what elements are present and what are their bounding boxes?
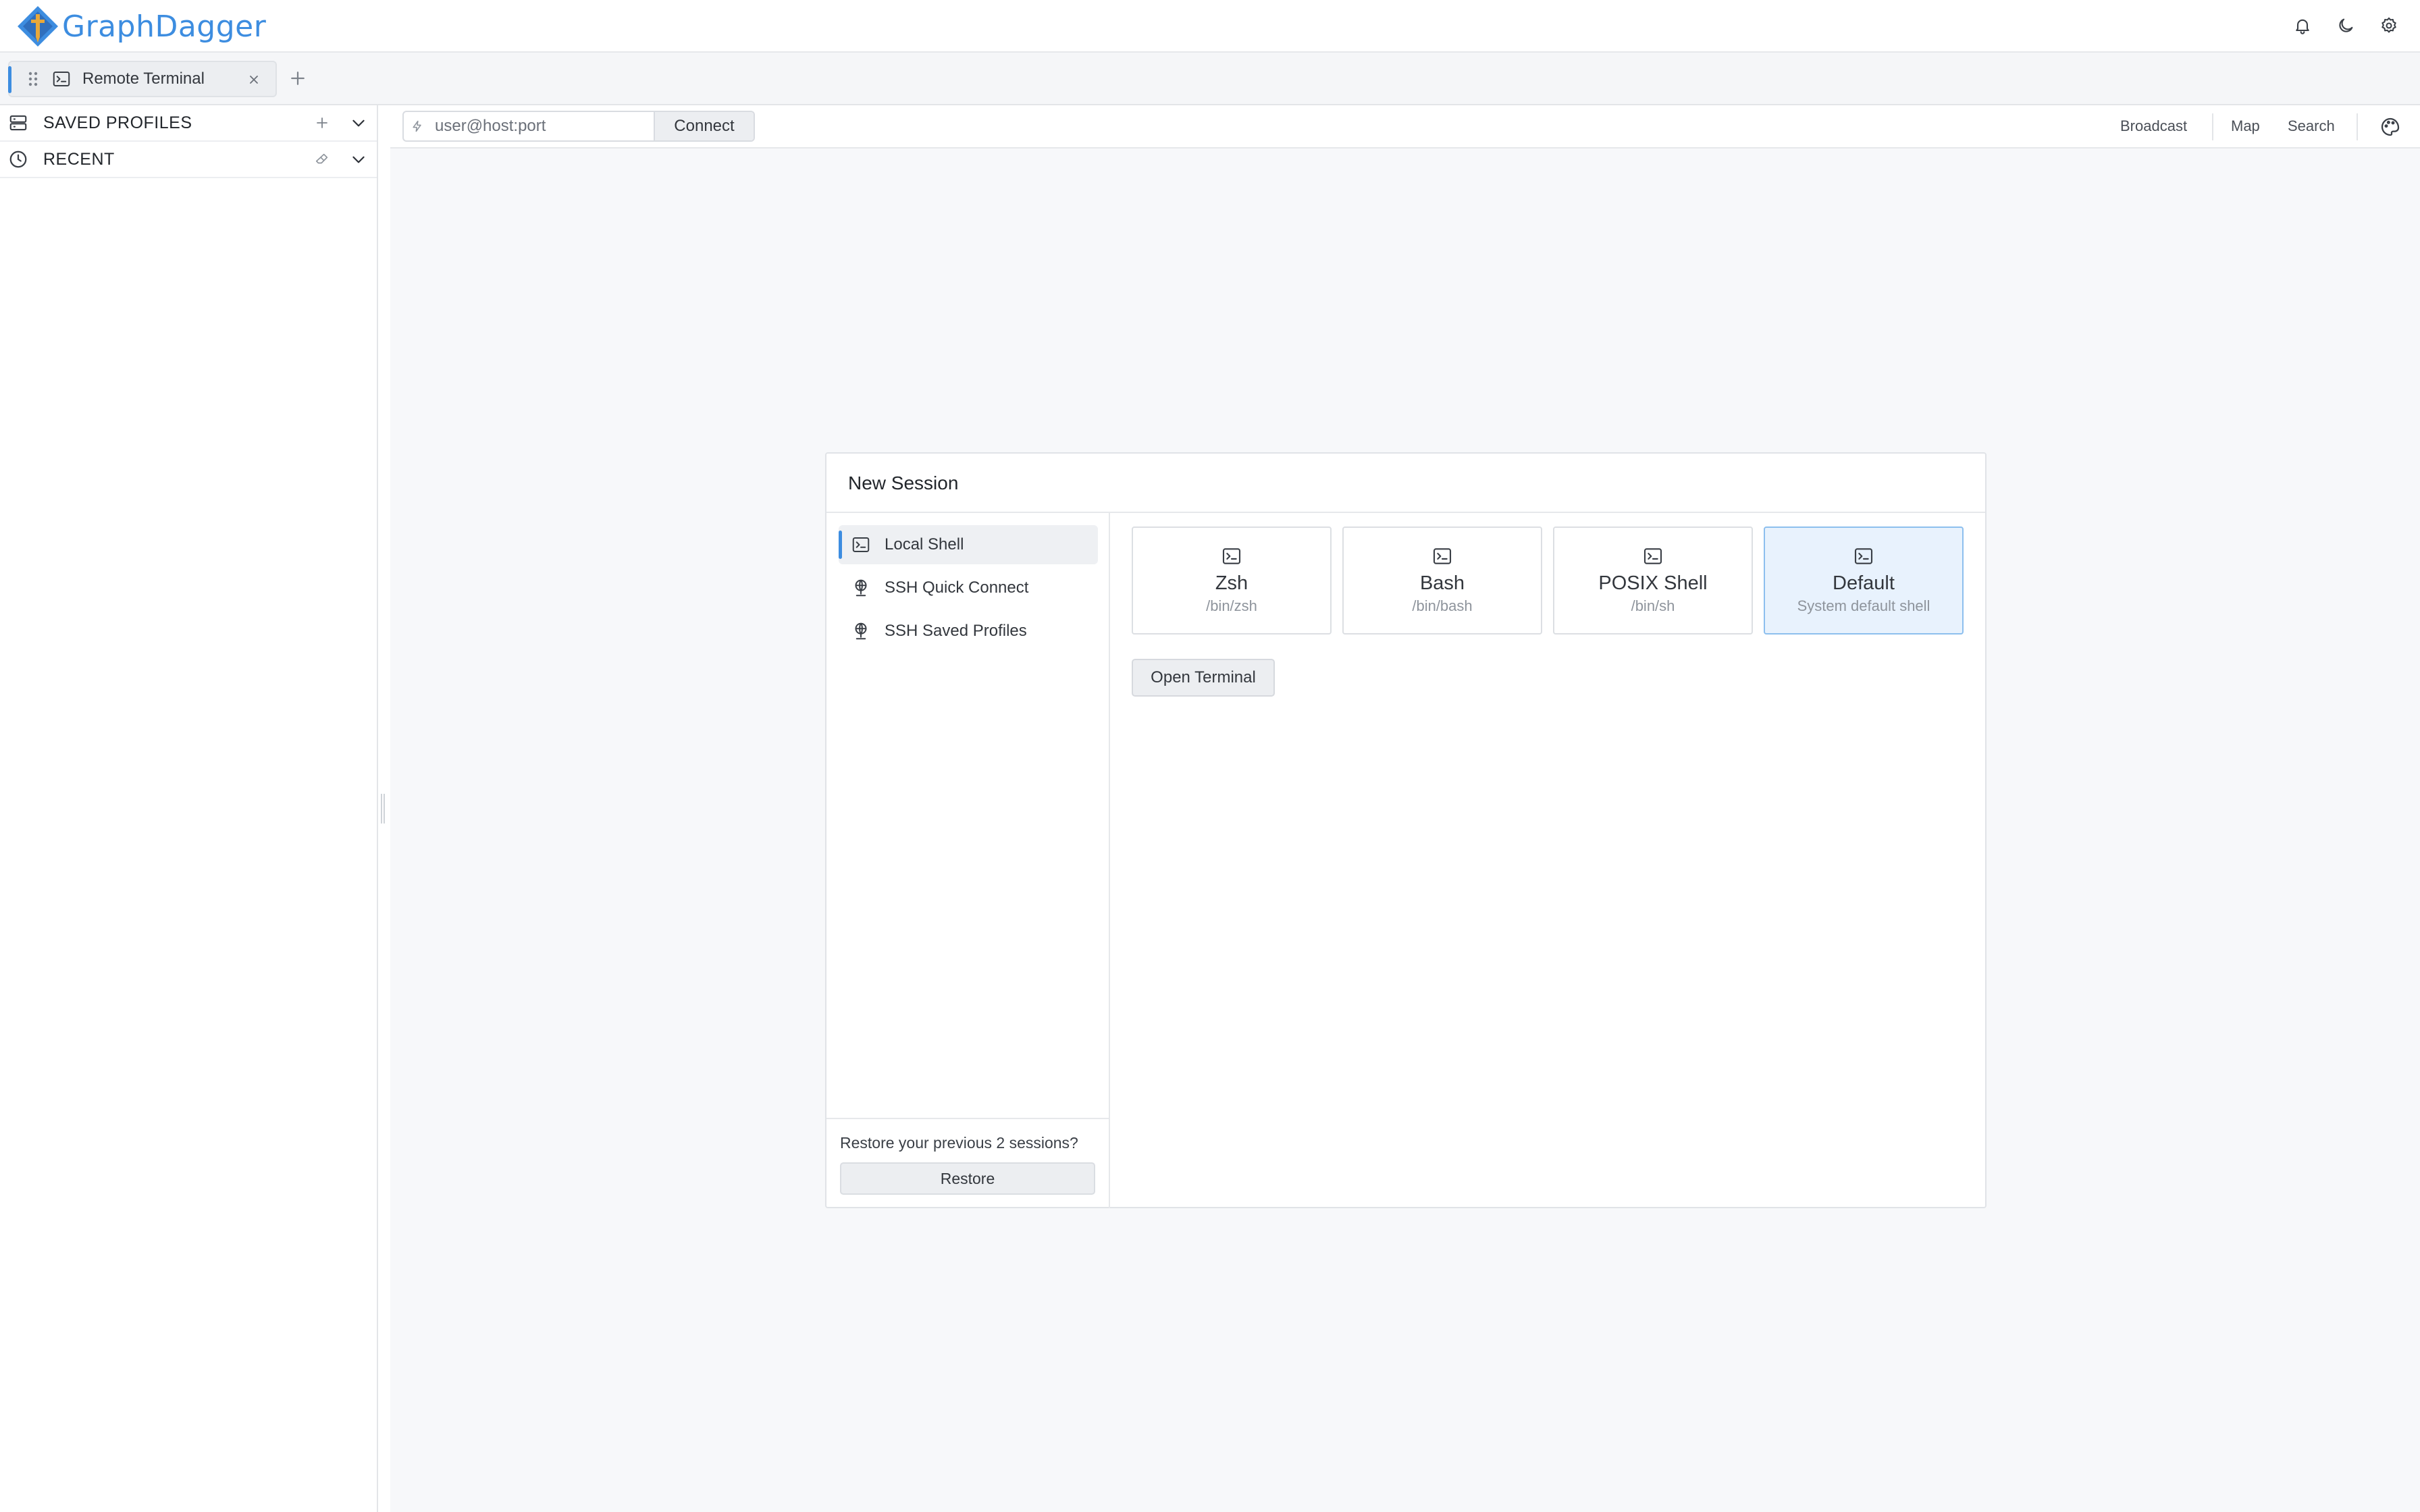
- chevron-down-icon[interactable]: [348, 149, 369, 169]
- terminal-icon: [1643, 548, 1662, 564]
- nav-label: SSH Quick Connect: [885, 578, 1029, 597]
- quick-connect: Connect: [402, 111, 755, 142]
- shell-path: /bin/zsh: [1206, 597, 1257, 614]
- restore-sessions-panel: Restore your previous 2 sessions? Restor…: [826, 1118, 1109, 1208]
- search-button[interactable]: Search: [2288, 117, 2335, 135]
- clock-icon: [9, 151, 27, 168]
- sidebar: SAVED PROFILES RECENT: [0, 105, 378, 1512]
- session-type-nav: Local Shell SSH Quick Connect SSH Saved …: [826, 513, 1110, 1208]
- session-toolbar: Connect Broadcast Map Search: [390, 105, 2420, 148]
- globe-icon: [855, 622, 867, 640]
- bell-icon[interactable]: [2290, 14, 2315, 38]
- sidebar-resize-handle[interactable]: [381, 794, 385, 824]
- broadcast-button[interactable]: Broadcast: [2120, 117, 2187, 135]
- app-header: GraphDagger: [0, 0, 2420, 53]
- shell-card-bash[interactable]: Bash /bin/bash: [1342, 526, 1542, 634]
- nav-item-ssh-quick-connect[interactable]: SSH Quick Connect: [839, 568, 1098, 608]
- nav-label: SSH Saved Profiles: [885, 622, 1027, 640]
- sidebar-section-label: SAVED PROFILES: [43, 113, 192, 132]
- quick-connect-input[interactable]: [431, 112, 654, 140]
- eraser-icon[interactable]: [312, 149, 332, 169]
- main-area: Connect Broadcast Map Search New Session…: [390, 105, 2420, 1512]
- tab-label: Remote Terminal: [82, 70, 205, 88]
- sidebar-section-saved-profiles[interactable]: SAVED PROFILES: [0, 105, 377, 142]
- shell-card-default[interactable]: Default System default shell: [1764, 526, 1964, 634]
- shell-path: /bin/sh: [1631, 597, 1675, 614]
- restore-button[interactable]: Restore: [840, 1162, 1095, 1195]
- nav-item-ssh-saved-profiles[interactable]: SSH Saved Profiles: [839, 612, 1098, 651]
- new-session-dialog: New Session Local Shell SSH Quick Connec…: [825, 452, 1987, 1208]
- tab-active-indicator: [8, 66, 11, 93]
- moon-icon[interactable]: [2334, 14, 2358, 38]
- dialog-header: New Session: [826, 454, 1985, 513]
- map-button[interactable]: Map: [2231, 117, 2260, 135]
- server-icon: [9, 115, 27, 131]
- brand[interactable]: GraphDagger: [16, 5, 266, 47]
- dialog-title: New Session: [848, 473, 959, 493]
- gear-icon[interactable]: [2377, 14, 2401, 38]
- sidebar-section-recent[interactable]: RECENT: [0, 142, 377, 178]
- shell-path: /bin/bash: [1412, 597, 1473, 614]
- open-terminal-button[interactable]: Open Terminal: [1132, 659, 1275, 697]
- connect-button[interactable]: Connect: [654, 112, 754, 140]
- close-icon[interactable]: [246, 72, 262, 88]
- graphdagger-logo: [18, 6, 58, 47]
- shell-name: Zsh: [1215, 572, 1248, 594]
- new-tab-plus-icon[interactable]: [288, 68, 308, 88]
- terminal-icon: [1854, 548, 1873, 564]
- nav-label: Local Shell: [885, 535, 964, 554]
- lightning-icon: [404, 112, 431, 140]
- toolbar-divider: [2212, 113, 2213, 140]
- chevron-down-icon[interactable]: [348, 113, 369, 133]
- terminal-icon: [1222, 548, 1241, 564]
- shell-card-posix[interactable]: POSIX Shell /bin/sh: [1553, 526, 1753, 634]
- app-name: GraphDagger: [62, 9, 267, 44]
- toolbar-divider: [2357, 113, 2358, 140]
- restore-prompt: Restore your previous 2 sessions?: [840, 1134, 1078, 1152]
- sidebar-section-label: RECENT: [43, 149, 115, 169]
- globe-icon: [855, 579, 867, 597]
- tab-strip: Remote Terminal: [0, 53, 2420, 105]
- nav-active-indicator: [839, 531, 842, 559]
- shell-card-zsh[interactable]: Zsh /bin/zsh: [1132, 526, 1332, 634]
- tab-remote-terminal[interactable]: Remote Terminal: [8, 61, 277, 97]
- drag-handle-icon[interactable]: [26, 70, 41, 88]
- shell-name: Default: [1833, 572, 1895, 594]
- shell-path: System default shell: [1797, 597, 1930, 614]
- terminal-icon: [852, 537, 870, 552]
- plus-icon[interactable]: [312, 113, 332, 133]
- terminal-icon: [1433, 548, 1452, 564]
- header-actions: [2290, 14, 2401, 38]
- terminal-icon: [53, 72, 70, 86]
- shell-name: Bash: [1419, 572, 1465, 594]
- nav-item-local-shell[interactable]: Local Shell: [839, 525, 1098, 564]
- palette-icon[interactable]: [2379, 116, 2401, 138]
- shell-name: POSIX Shell: [1598, 572, 1708, 594]
